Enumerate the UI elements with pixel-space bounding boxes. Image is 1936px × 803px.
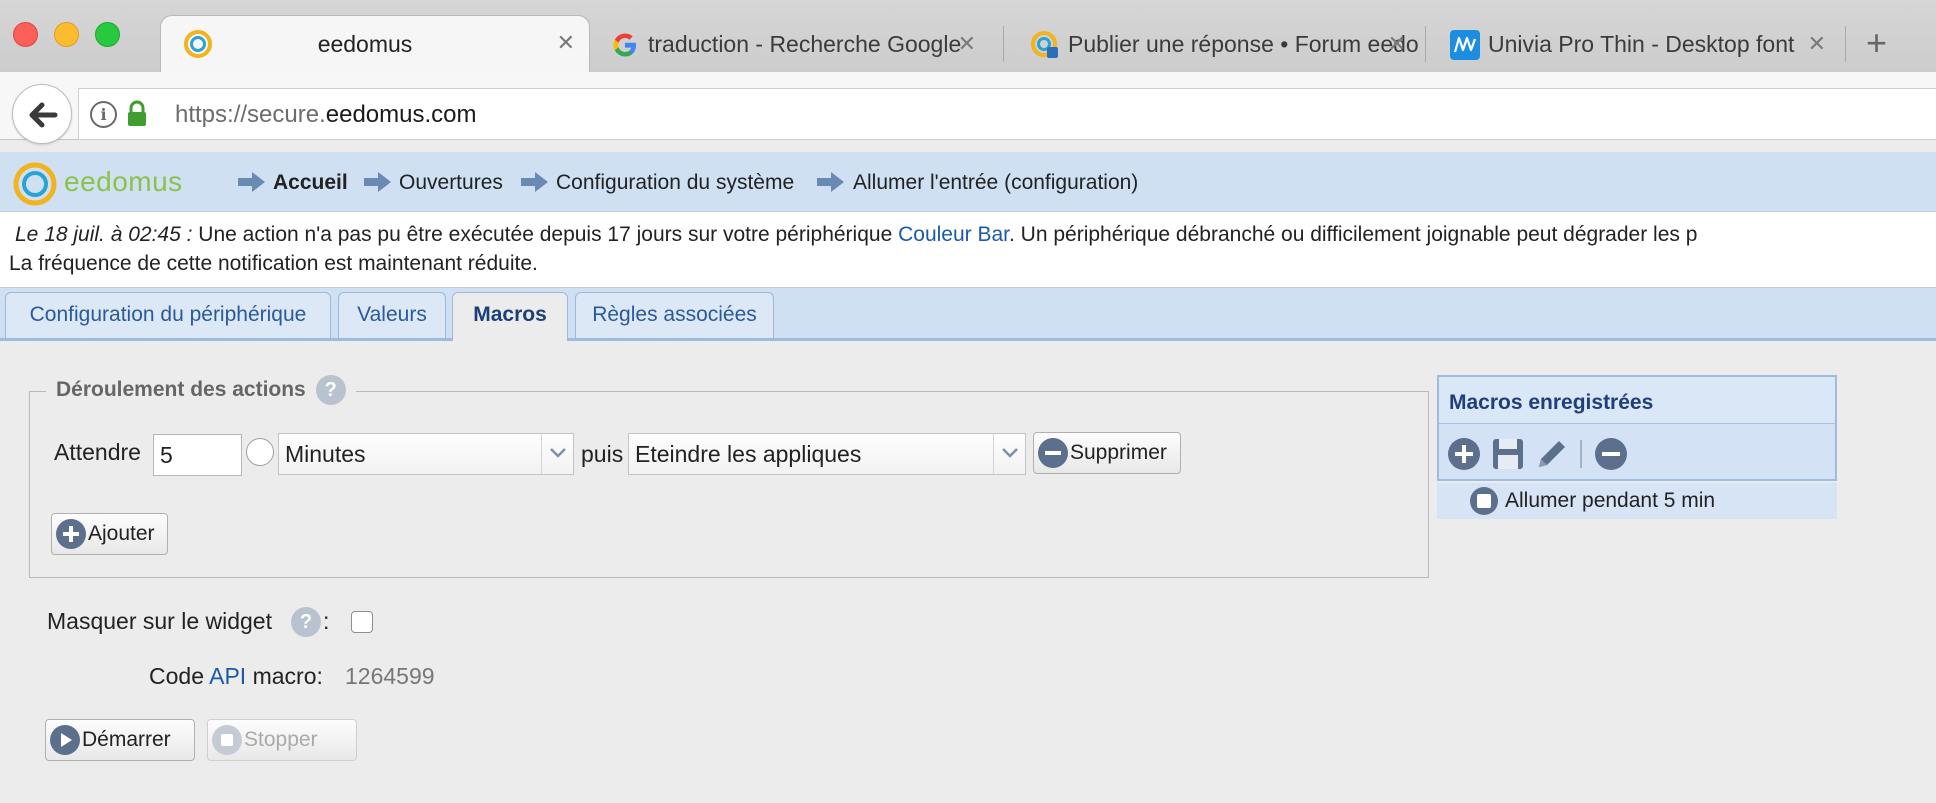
notification-line-1: Le 18 juil. à 02:45 : Une action n'a pas…: [9, 220, 1936, 249]
edit-macro-icon[interactable]: [1535, 437, 1569, 471]
tab-separator: [1845, 26, 1846, 62]
api-link[interactable]: API: [209, 663, 246, 689]
close-tab-icon[interactable]: ✕: [557, 30, 575, 56]
api-code-value: 1264599: [345, 663, 435, 689]
hide-on-widget-checkbox[interactable]: [351, 611, 373, 633]
url-text[interactable]: https://secure.eedomus.com: [175, 101, 477, 129]
breadcrumb-arrow-icon: [238, 172, 265, 192]
new-tab-icon[interactable]: +: [1866, 22, 1887, 64]
close-tab-icon[interactable]: ✕: [958, 31, 976, 57]
eedomus-favicon-icon: [184, 30, 212, 58]
action-value: Eteindre les appliques: [635, 441, 862, 467]
notification-line-2: La fréquence de cette notification est m…: [9, 252, 538, 275]
help-icon[interactable]: ?: [315, 375, 346, 405]
google-favicon-icon: [613, 33, 636, 57]
dropdown-toggle[interactable]: [541, 434, 573, 474]
browser-tab-title: eedomus: [317, 30, 413, 57]
tab-macros[interactable]: Macros: [452, 292, 568, 341]
close-tab-icon[interactable]: ✕: [1388, 31, 1406, 57]
browser-tab-title: traduction - Recherche Google: [648, 30, 962, 57]
time-unit-select[interactable]: Minutes: [278, 433, 574, 475]
tab-separator: [1425, 26, 1426, 62]
play-circle-icon: [50, 725, 80, 755]
breadcrumb-current-page: Allumer l'entrée (configuration): [853, 171, 1139, 194]
tab-regles-associees[interactable]: Règles associées: [575, 292, 774, 338]
url-prefix: https://secure.: [175, 101, 326, 128]
help-icon[interactable]: ?: [291, 607, 321, 637]
plus-circle-icon: [56, 519, 86, 549]
eedomus-logo-text[interactable]: eedomus: [64, 166, 183, 198]
tab-configuration-peripherique[interactable]: Configuration du périphérique: [5, 292, 331, 338]
actions-legend: Déroulement des actions ?: [46, 375, 356, 405]
browser-tab-eedomus[interactable]: eedomus ✕: [160, 15, 590, 72]
delete-action-button[interactable]: Supprimer: [1033, 432, 1181, 474]
hide-on-widget-colon: :: [323, 608, 330, 634]
browser-tab-google[interactable]: traduction - Recherche Google ✕: [590, 17, 990, 71]
forum-favicon-icon: [1031, 31, 1058, 58]
dropdown-toggle[interactable]: [993, 434, 1025, 474]
breadcrumb-accueil[interactable]: Accueil: [273, 171, 348, 195]
stop-button[interactable]: Stopper: [207, 719, 357, 761]
chevron-down-icon: [550, 448, 566, 458]
saved-macros-title: Macros enregistrées: [1439, 377, 1835, 424]
breadcrumb-ouvertures[interactable]: Ouvertures: [399, 171, 503, 195]
toolbar-separator: [1580, 440, 1582, 468]
back-button[interactable]: [12, 84, 72, 144]
wait-duration-input[interactable]: 5: [153, 434, 242, 476]
stop-circle-icon: [212, 725, 242, 755]
api-code-label: Code API macro:: [149, 663, 323, 690]
action-select[interactable]: Eteindre les appliques: [628, 433, 1026, 475]
save-macro-icon[interactable]: [1491, 437, 1525, 471]
minus-circle-icon: [1038, 438, 1068, 468]
macro-item-label[interactable]: Allumer pendant 5 min: [1505, 489, 1715, 513]
close-tab-icon[interactable]: ✕: [1808, 31, 1826, 57]
eedomus-logo-icon[interactable]: [12, 161, 58, 207]
browser-tab-forum[interactable]: Publier une réponse • Forum eedomus ✕: [1010, 17, 1420, 71]
then-label: puis: [581, 441, 624, 467]
breadcrumb-arrow-icon: [521, 172, 548, 192]
actions-legend-title: Déroulement des actions: [56, 378, 306, 401]
start-label: Démarrer: [82, 728, 171, 751]
browser-tab-univia[interactable]: Univia Pro Thin - Desktop font ✕: [1430, 17, 1840, 71]
browser-tab-title: Univia Pro Thin - Desktop font: [1488, 30, 1795, 57]
window-minimize-button[interactable]: [54, 22, 79, 47]
stop-square-icon[interactable]: [1470, 487, 1498, 515]
notification-date: Le 18 juil. à 02:45 :: [15, 223, 193, 246]
wait-label: Attendre: [54, 439, 141, 465]
api-code-prefix: Code: [149, 663, 210, 689]
notification-text: Une action n'a pas pu être exécutée depu…: [192, 223, 899, 246]
api-code-suffix: macro:: [246, 663, 323, 689]
wait-radio[interactable]: [246, 438, 274, 466]
add-action-button[interactable]: Ajouter: [51, 513, 168, 555]
window-close-button[interactable]: [13, 22, 38, 47]
breadcrumb-configuration-systeme[interactable]: Configuration du système: [556, 171, 794, 195]
url-domain: eedomus.com: [325, 101, 477, 128]
add-macro-icon[interactable]: [1447, 437, 1481, 471]
stop-label: Stopper: [244, 728, 318, 751]
breadcrumb-arrow-icon: [817, 172, 844, 192]
myfonts-favicon-icon: [1450, 30, 1480, 60]
delete-macro-icon[interactable]: [1594, 437, 1628, 471]
site-info-icon[interactable]: i: [90, 101, 117, 128]
start-button[interactable]: Démarrer: [45, 719, 195, 761]
actions-fieldset: [29, 391, 1429, 578]
add-action-label: Ajouter: [88, 522, 155, 545]
notification-message: Le 18 juil. à 02:45 : Une action n'a pas…: [0, 212, 1936, 288]
notification-text-end: . Un périphérique débranché ou difficile…: [1009, 223, 1698, 246]
hide-on-widget-label: Masquer sur le widget: [47, 608, 272, 634]
device-link[interactable]: Couleur Bar: [898, 223, 1009, 246]
lock-icon: [128, 100, 146, 126]
back-arrow-icon: [29, 102, 58, 128]
window-zoom-button[interactable]: [95, 22, 120, 47]
tab-separator: [1003, 26, 1004, 62]
time-unit-value: Minutes: [285, 441, 366, 467]
chevron-down-icon: [1002, 448, 1018, 458]
browser-tab-title: Publier une réponse • Forum eedomus: [1068, 30, 1420, 57]
delete-action-label: Supprimer: [1070, 441, 1167, 464]
tab-valeurs[interactable]: Valeurs: [338, 292, 446, 338]
breadcrumb-arrow-icon: [364, 172, 391, 192]
